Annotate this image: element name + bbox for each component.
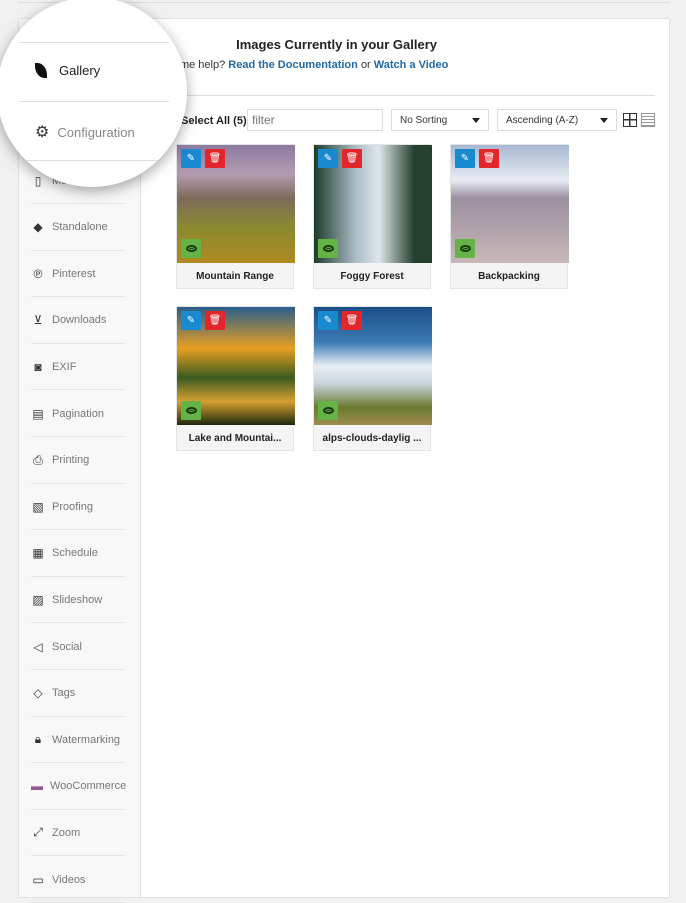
trash-icon: 🗑︎ (345, 315, 359, 326)
trash-icon: 🗑︎ (208, 153, 222, 164)
gallery-image-tile[interactable]: ✎ 🗑︎ Mountain Range (176, 144, 295, 289)
sidebar-item-pinterest[interactable]: ℗ Pinterest (31, 251, 125, 298)
lock-icon: 🔒︎ (34, 732, 42, 747)
slideshow-icon: ▨ (32, 592, 44, 607)
trash-icon: 🗑︎ (208, 315, 222, 326)
order-select[interactable]: Ascending (A-Z) (497, 109, 617, 131)
image-title: Backpacking (478, 271, 540, 282)
mobile-icon: ▯ (34, 173, 42, 188)
pencil-icon: ✎ (323, 315, 333, 326)
eye-icon (322, 407, 334, 414)
zoom-icon: ⤢ (33, 825, 43, 840)
edit-button[interactable]: ✎ (181, 311, 201, 330)
main-content: Images Currently in your Gallery Need so… (139, 19, 669, 897)
pencil-icon: ✎ (323, 153, 333, 164)
sidebar-item-tags[interactable]: ◇ Tags (31, 671, 125, 717)
documentation-link[interactable]: Read the Documentation (228, 59, 358, 71)
delete-button[interactable]: 🗑︎ (479, 149, 499, 168)
image-title: alps-clouds-daylig ... (322, 433, 422, 444)
sidebar-item-pagination[interactable]: ▤ Pagination (31, 391, 125, 437)
select-all-checkbox[interactable]: Select All (5) (181, 115, 247, 127)
sidebar-item-social[interactable]: ◁ Social (31, 624, 125, 670)
view-button[interactable] (181, 401, 201, 420)
pagination-icon: ▤ (32, 406, 44, 421)
grid-view-icon[interactable] (623, 113, 637, 127)
list-view-icon[interactable] (641, 113, 655, 127)
pinterest-icon: ℗ (33, 266, 43, 281)
chevron-down-icon (472, 118, 480, 123)
watch-video-link[interactable]: Watch a Video (374, 59, 449, 71)
delete-button[interactable]: 🗑︎ (205, 149, 225, 168)
magnifier-overlay: Gallery ⚙ Configuration (0, 0, 187, 187)
sidebar-item-downloads[interactable]: ⊻ Downloads (31, 298, 125, 344)
pencil-icon: ✎ (460, 153, 470, 164)
tag-icon: ◇ (33, 686, 43, 701)
delete-button[interactable]: 🗑︎ (205, 311, 225, 330)
pencil-icon: ✎ (186, 153, 196, 164)
sidebar-item-woocommerce[interactable]: ▬ WooCommerce (31, 764, 126, 810)
gallery-image-tile[interactable]: ✎ 🗑︎ Lake and Mountai... (176, 306, 295, 451)
leaf-icon (35, 63, 47, 78)
eye-icon (322, 245, 334, 252)
gear-icon: ⚙ (35, 124, 50, 141)
proofing-icon: ▧ (32, 499, 44, 514)
sidebar-item-configuration[interactable]: ⚙ Configuration (35, 122, 135, 142)
view-button[interactable] (318, 239, 338, 258)
standalone-icon: ◆ (33, 220, 43, 235)
filter-input[interactable] (247, 109, 383, 131)
trash-icon: 🗑︎ (482, 153, 496, 164)
image-title: Mountain Range (196, 271, 274, 282)
camera-icon: ◙ (34, 359, 42, 374)
image-title: Foggy Forest (340, 271, 404, 282)
eye-icon (459, 245, 471, 252)
view-button[interactable] (181, 239, 201, 258)
gallery-image-tile[interactable]: ✎ 🗑︎ alps-clouds-daylig ... (313, 306, 432, 451)
pencil-icon: ✎ (186, 315, 196, 326)
woocommerce-icon: ▬ (31, 779, 43, 794)
sidebar-item-gallery[interactable]: Gallery (35, 63, 100, 78)
calendar-icon: ▦ (32, 546, 44, 561)
printer-icon: ⎙ (33, 452, 43, 467)
chevron-down-icon (600, 118, 608, 123)
edit-button[interactable]: ✎ (181, 149, 201, 168)
delete-button[interactable]: 🗑︎ (342, 311, 362, 330)
sidebar-item-zoom[interactable]: ⤢ Zoom (31, 810, 125, 857)
sidebar-item-schedule[interactable]: ▦ Schedule (31, 531, 125, 577)
edit-button[interactable]: ✎ (318, 149, 338, 168)
sorting-select[interactable]: No Sorting (391, 109, 489, 131)
image-title: Lake and Mountai... (188, 433, 282, 444)
help-text: Need some help? Read the Documentation o… (139, 59, 449, 71)
view-button[interactable] (455, 239, 475, 258)
gallery-image-tile[interactable]: ✎ 🗑︎ Backpacking (450, 144, 569, 289)
edit-button[interactable]: ✎ (455, 149, 475, 168)
view-button[interactable] (318, 401, 338, 420)
sidebar-item-printing[interactable]: ⎙ Printing (31, 438, 125, 484)
delete-button[interactable]: 🗑︎ (342, 149, 362, 168)
eye-icon (185, 245, 197, 252)
eye-icon (185, 407, 197, 414)
sidebar-item-standalone[interactable]: ◆ Standalone (31, 205, 125, 251)
trash-icon: 🗑︎ (345, 153, 359, 164)
sidebar-item-proofing[interactable]: ▧ Proofing (31, 484, 125, 531)
sidebar-item-slideshow[interactable]: ▨ Slideshow (31, 577, 125, 624)
divider (161, 95, 655, 96)
edit-button[interactable]: ✎ (318, 311, 338, 330)
sidebar-item-watermarking[interactable]: 🔒︎ Watermarking (31, 717, 125, 764)
video-icon: ▭ (32, 872, 44, 887)
download-icon: ⊻ (33, 313, 43, 328)
sidebar-item-exif[interactable]: ◙ EXIF (31, 344, 125, 391)
megaphone-icon: ◁ (33, 639, 43, 654)
sidebar-item-videos[interactable]: ▭ Videos (31, 857, 125, 903)
gallery-image-tile[interactable]: ✎ 🗑︎ Foggy Forest (313, 144, 432, 289)
